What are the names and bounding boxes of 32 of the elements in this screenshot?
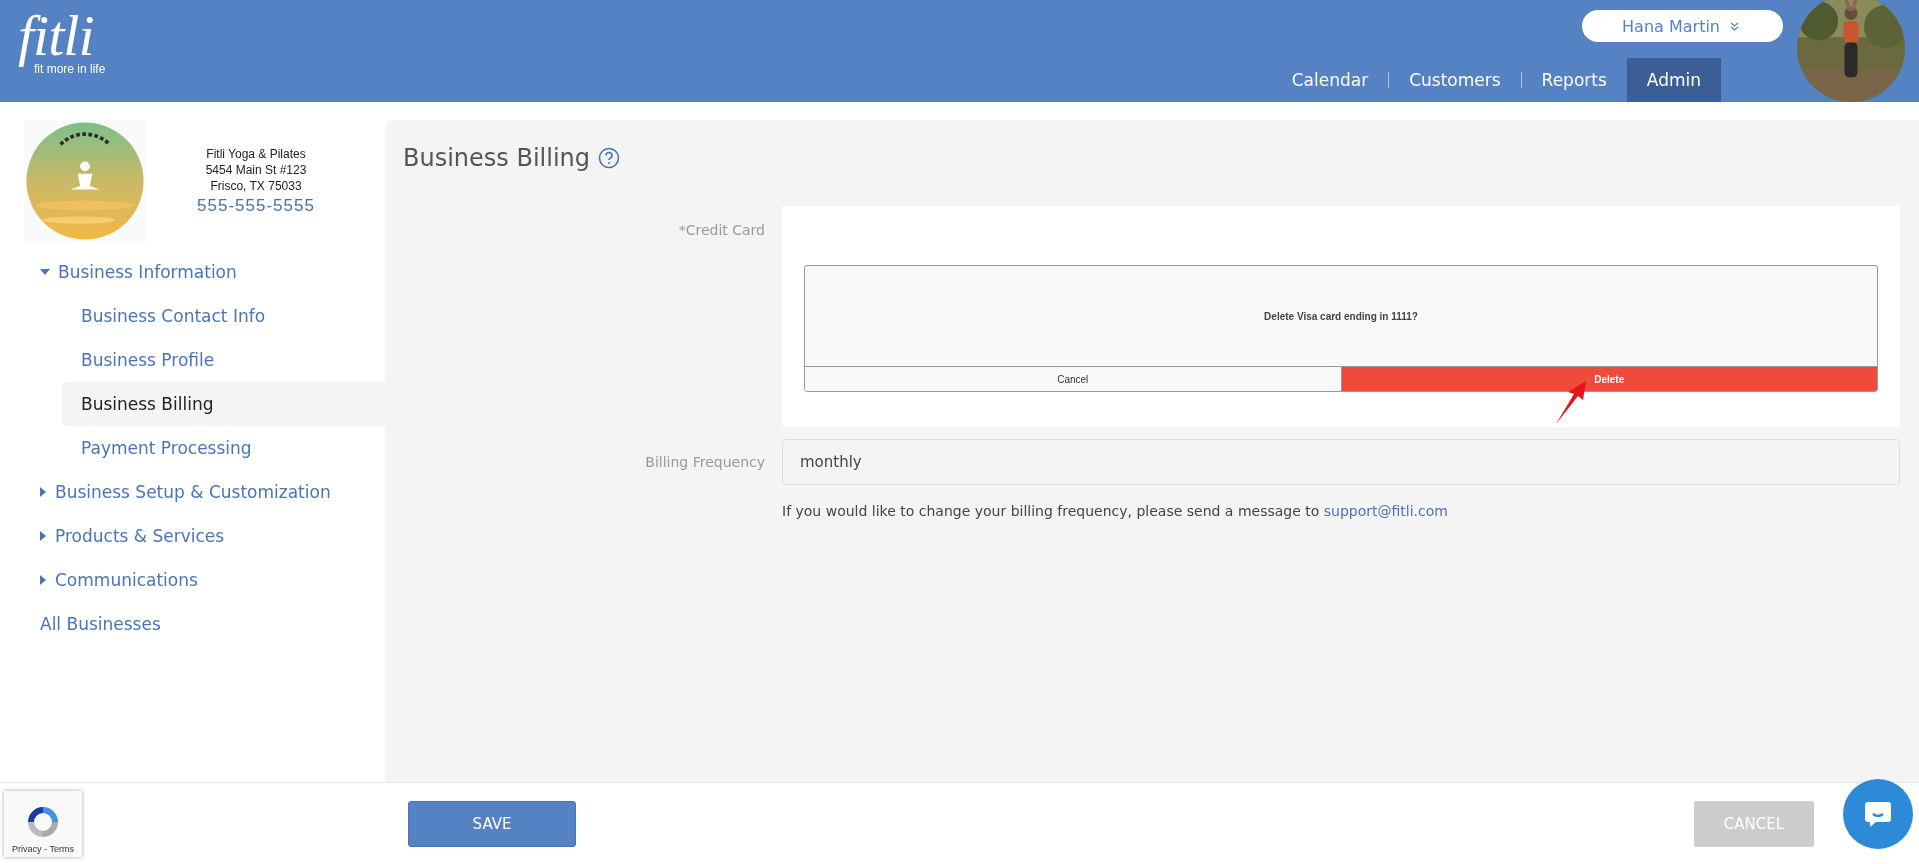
business-city: Frisco, TX 75033: [210, 178, 302, 194]
field-label: *Credit Card: [677, 221, 765, 240]
business-name: Fitli Yoga & Pilates: [206, 146, 306, 162]
user-menu[interactable]: Hana Martin: [1582, 10, 1783, 42]
sidebar-section[interactable]: Products & Services: [0, 514, 385, 558]
nav-tab[interactable]: Calendar: [1271, 58, 1389, 102]
chevron-icon: [1730, 21, 1739, 31]
save-button[interactable]: SAVE: [408, 800, 576, 847]
sidebar-item[interactable]: Business Contact Info: [62, 294, 385, 338]
sidebar-section[interactable]: All Businesses: [0, 602, 385, 646]
sidebar-item[interactable]: Payment Processing: [62, 426, 385, 470]
sidebar-section[interactable]: Business Setup & Customization: [0, 470, 385, 514]
nav-tab[interactable]: Customers: [1389, 58, 1521, 102]
email-link[interactable]: support@fitli.com: [1323, 503, 1448, 519]
help-icon[interactable]: [598, 147, 621, 169]
recaptcha-badge[interactable]: Privacy - Terms: [4, 790, 82, 857]
business-address: 5454 Main St #123: [205, 162, 307, 178]
nav-tab[interactable]: Reports: [1521, 58, 1627, 102]
sidebar-section[interactable]: Business Information: [0, 250, 385, 294]
sidebar-item[interactable]: Business Billing: [62, 382, 385, 426]
cancel-button[interactable]: Cancel: [805, 367, 1342, 391]
delete-button[interactable]: Delete: [1341, 367, 1877, 391]
sidebar-item[interactable]: Business Profile: [62, 338, 385, 382]
business-phone: 555-555-5555: [197, 196, 315, 216]
input-field[interactable]: monthly: [782, 439, 1900, 485]
field-label: Billing Frequency: [644, 454, 765, 470]
page-title: Business Billing: [403, 144, 591, 172]
help-text: If you would like to change your billing frequency, please send a message to support@fitli.com: [782, 503, 1448, 519]
nav-tab[interactable]: Admin: [1626, 58, 1721, 102]
sidebar-section[interactable]: Communications: [0, 558, 385, 602]
dialog-message: Delete Visa card ending in 1111?: [1263, 309, 1419, 324]
recaptcha-links[interactable]: Privacy - Terms: [12, 843, 74, 854]
